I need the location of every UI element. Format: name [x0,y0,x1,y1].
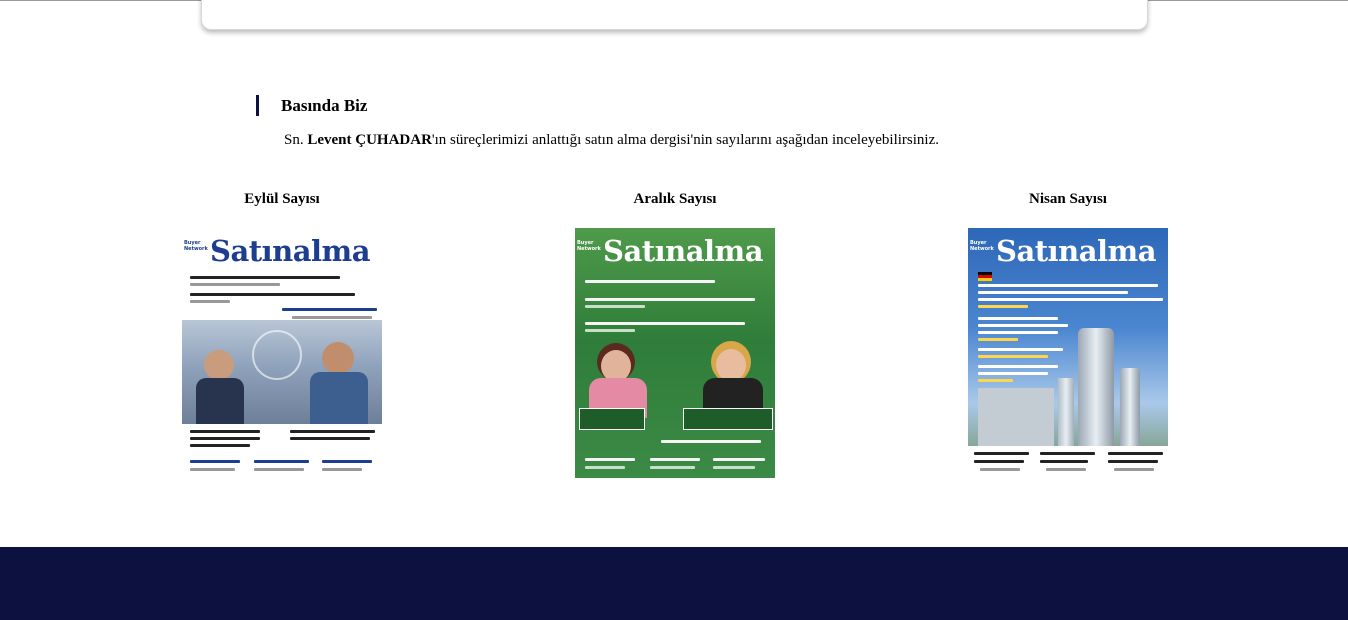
intro-text: Sn. Levent ÇUHADAR'ın süreçlerimizi anla… [284,132,939,148]
content-card [201,0,1148,30]
page-footer [0,547,1348,620]
magazine-cover-eylul[interactable]: Buyer Network Satınalma [182,228,382,478]
cover-masthead: Buyer Network Satınalma [970,234,1157,268]
magazine-cover-aralik[interactable]: Buyer Network Satınalma [575,228,775,478]
issue-title-aralik: Aralık Sayısı [633,191,717,207]
issue-title-eylul: Eylül Sayısı [244,191,320,207]
issue-title-nisan: Nisan Sayısı [1029,191,1107,207]
cover-masthead: Buyer Network Satınalma [577,234,764,268]
person-name: Levent ÇUHADAR [307,132,432,148]
section-title: Basında Biz [281,96,368,115]
section-heading: Basında Biz [256,95,367,116]
magazine-cover-nisan[interactable]: Buyer Network Satınalma [968,228,1168,478]
cover-masthead: Buyer Network Satınalma [184,234,371,268]
